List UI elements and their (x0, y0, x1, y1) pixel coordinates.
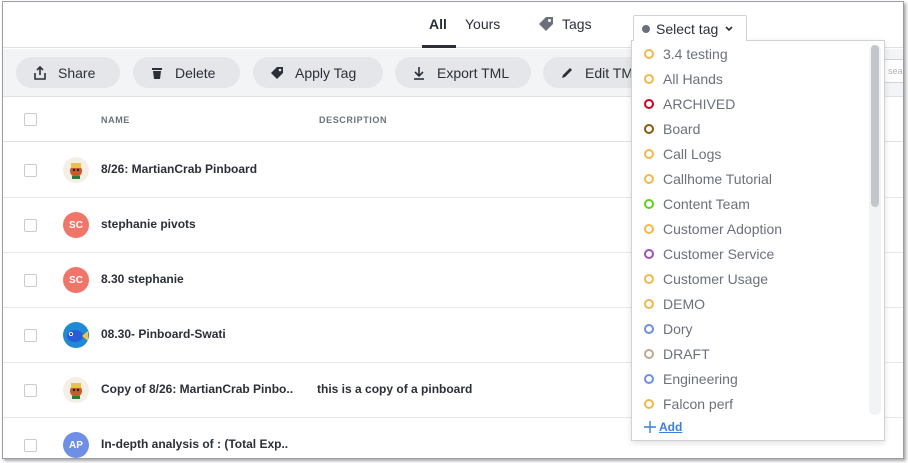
delete-button[interactable]: Delete (133, 57, 240, 88)
row-name[interactable]: 08.30- Pinboard-Swati (101, 327, 226, 341)
tag-circle-icon (644, 149, 654, 159)
active-tab-indicator (422, 45, 456, 48)
tag-circle-icon (644, 199, 654, 209)
tag-option[interactable]: Content Team (644, 194, 750, 214)
row-description: this is a copy of a pinboard (317, 382, 473, 396)
row-checkbox[interactable] (24, 384, 37, 397)
tag-icon (271, 66, 283, 79)
tag-circle-icon (644, 224, 654, 234)
row-checkbox[interactable] (24, 439, 37, 452)
tag-circle-icon (644, 374, 654, 384)
row-checkbox[interactable] (24, 164, 37, 177)
share-button[interactable]: Share (16, 57, 120, 88)
tag-option[interactable]: Callhome Tutorial (644, 169, 772, 189)
tag-circle-icon (644, 49, 654, 59)
avatar: SC (63, 267, 89, 293)
tag-option[interactable]: Dory (644, 319, 693, 339)
tag-circle-icon (644, 174, 654, 184)
tag-option[interactable]: DRAFT (644, 344, 710, 364)
tag-option[interactable]: DEMO (644, 294, 705, 314)
tag-dropdown-menu: 3.4 testing All Hands ARCHIVED Board Cal… (631, 40, 885, 441)
row-name[interactable]: Copy of 8/26: MartianCrab Pinbo.. (101, 382, 293, 396)
row-name[interactable]: 8/26: MartianCrab Pinboard (101, 162, 257, 176)
export-tml-button[interactable]: Export TML (395, 57, 531, 88)
tag-icon (539, 17, 553, 31)
row-checkbox[interactable] (24, 329, 37, 342)
search-input[interactable]: sea (883, 59, 903, 83)
apply-tag-label: Apply Tag (295, 64, 357, 81)
chevron-down-icon (725, 25, 733, 31)
row-name[interactable]: stephanie pivots (101, 217, 196, 231)
share-label: Share (58, 64, 96, 81)
download-icon (414, 66, 424, 80)
row-checkbox[interactable] (24, 274, 37, 287)
tag-circle-icon (644, 99, 654, 109)
tag-option[interactable]: Engineering (644, 369, 738, 389)
tag-option[interactable]: Customer Usage (644, 269, 768, 289)
row-checkbox[interactable] (24, 219, 37, 232)
tag-option[interactable]: Falcon perf (644, 394, 733, 414)
fish-avatar (63, 322, 89, 348)
tag-circle-icon (644, 299, 654, 309)
column-header-description[interactable]: DESCRIPTION (319, 115, 387, 125)
tag-dot-icon (642, 24, 650, 33)
pencil-icon (562, 67, 572, 78)
avatar: AP (63, 432, 89, 458)
crab-avatar (63, 377, 89, 403)
select-all-checkbox[interactable] (24, 113, 37, 126)
trash-icon (152, 67, 162, 79)
tab-all[interactable]: All (429, 16, 447, 32)
tag-option[interactable]: Call Logs (644, 144, 721, 164)
export-tml-label: Export TML (437, 64, 510, 81)
tag-circle-icon (644, 124, 654, 134)
row-name[interactable]: In-depth analysis of : (Total Exp.. (101, 437, 288, 451)
plus-icon (644, 421, 656, 433)
avatar: SC (63, 212, 89, 238)
scrollbar-thumb[interactable] (871, 45, 879, 207)
tab-yours[interactable]: Yours (465, 16, 500, 32)
share-icon (34, 65, 46, 80)
tag-option[interactable]: Board (644, 119, 700, 139)
dropdown-scrollbar[interactable] (869, 45, 881, 415)
tag-circle-icon (644, 249, 654, 259)
add-tag-label: Add (659, 420, 683, 434)
column-header-name[interactable]: NAME (101, 115, 130, 125)
crab-avatar (63, 157, 89, 183)
tag-circle-icon (644, 399, 654, 409)
pinboards-page: All Yours Tags Share Delete Apply Tag Ex… (2, 1, 904, 459)
tag-circle-icon (644, 274, 654, 284)
tag-option[interactable]: ARCHIVED (644, 94, 735, 114)
select-tag-button[interactable]: Select tag (633, 15, 747, 41)
tag-option[interactable]: Customer Service (644, 244, 774, 264)
tag-option[interactable]: All Hands (644, 69, 723, 89)
apply-tag-button[interactable]: Apply Tag (253, 57, 383, 88)
tag-circle-icon (644, 74, 654, 84)
tag-option[interactable]: Customer Adoption (644, 219, 782, 239)
tab-tags[interactable]: Tags (538, 16, 592, 32)
tag-circle-icon (644, 324, 654, 334)
delete-label: Delete (175, 64, 216, 81)
select-tag-label: Select tag (656, 20, 719, 37)
tag-option[interactable]: 3.4 testing (644, 44, 728, 64)
tag-circle-icon (644, 349, 654, 359)
tab-tags-label: Tags (562, 16, 592, 32)
add-tag-link[interactable]: Add (643, 420, 682, 434)
row-name[interactable]: 8.30 stephanie (101, 272, 184, 286)
